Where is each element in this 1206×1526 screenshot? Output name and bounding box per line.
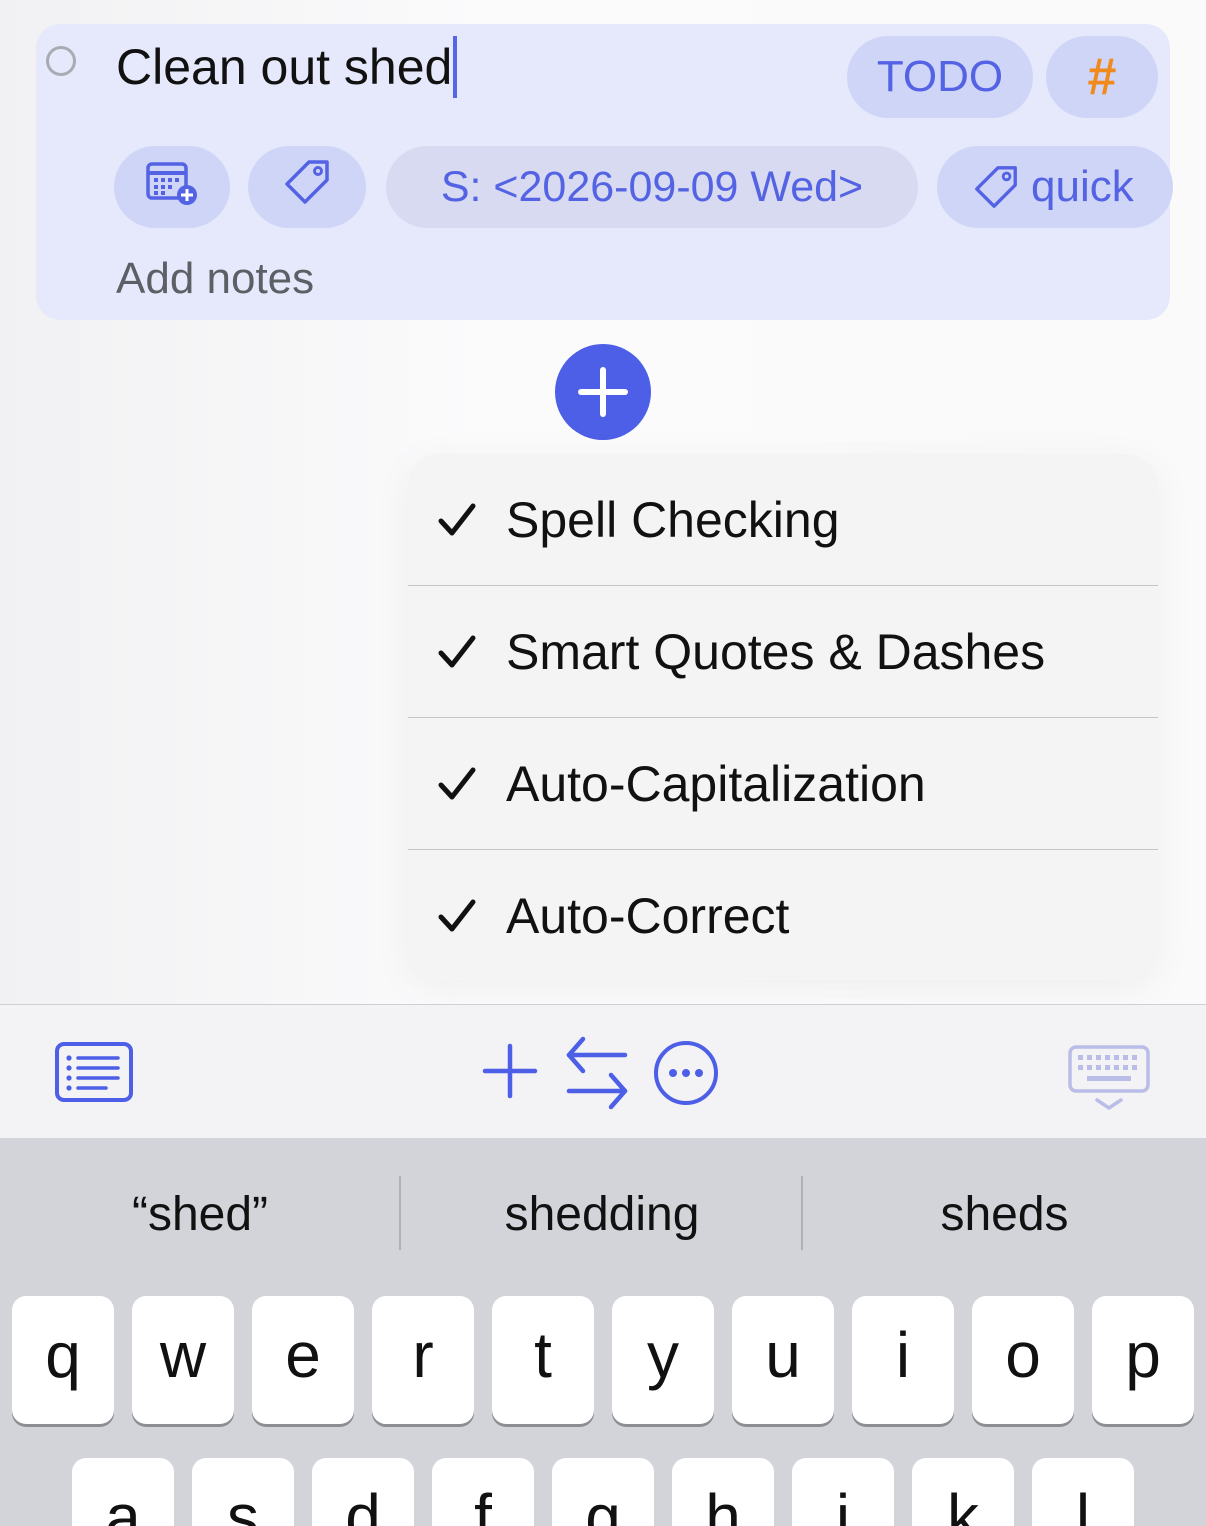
checkmark-icon [408, 899, 506, 933]
key-f[interactable]: f [432, 1458, 534, 1526]
screen: Clean out shed TODO # S: <2026-09-09 Wed… [0, 0, 1206, 1526]
tag-icon [971, 162, 1021, 212]
key-l[interactable]: l [1032, 1458, 1134, 1526]
swap-arrows-icon [566, 1036, 628, 1110]
key-j[interactable]: j [792, 1458, 894, 1526]
key-k[interactable]: k [912, 1458, 1014, 1526]
task-title-text: Clean out shed [116, 39, 453, 95]
suggestion-label: sheds [940, 1187, 1069, 1241]
tag-chip-label: quick [1031, 162, 1134, 211]
list-icon [55, 1042, 133, 1102]
keyboard-dismiss-icon [1068, 1045, 1150, 1110]
key-g[interactable]: g [552, 1458, 654, 1526]
add-task-button[interactable] [555, 344, 651, 440]
menu-item-auto-correct[interactable]: Auto-Correct [408, 850, 1158, 980]
scheduled-date-label: S: <2026-09-09 Wed> [440, 162, 864, 211]
key-d[interactable]: d [312, 1458, 414, 1526]
checkmark-icon [408, 767, 506, 801]
more-options-button[interactable] [652, 1039, 720, 1107]
key-a[interactable]: a [72, 1458, 174, 1526]
menu-item-spell-checking[interactable]: Spell Checking [408, 454, 1158, 586]
dismiss-keyboard-button[interactable] [1066, 1043, 1152, 1115]
suggestion-label: shedding [504, 1187, 700, 1241]
checkmark-icon [408, 503, 506, 537]
key-o[interactable]: o [972, 1296, 1074, 1424]
more-icon [654, 1041, 718, 1105]
checkmark-icon [408, 635, 506, 669]
menu-item-auto-capitalization[interactable]: Auto-Capitalization [408, 718, 1158, 850]
text-cursor [453, 36, 458, 98]
suggestion-label: “shed” [131, 1187, 269, 1241]
menu-item-label: Auto-Correct [506, 888, 790, 944]
key-q[interactable]: q [12, 1296, 114, 1424]
key-t[interactable]: t [492, 1296, 594, 1424]
plus-icon [482, 1043, 538, 1099]
menu-item-smart-quotes[interactable]: Smart Quotes & Dashes [408, 586, 1158, 718]
notes-input[interactable]: Add notes [116, 254, 314, 304]
text-options-menu: Spell Checking Smart Quotes & Dashes Aut… [408, 454, 1158, 980]
key-w[interactable]: w [132, 1296, 234, 1424]
key-r[interactable]: r [372, 1296, 474, 1424]
add-tag-button[interactable] [248, 146, 366, 228]
key-p[interactable]: p [1092, 1296, 1194, 1424]
suggestion-3[interactable]: sheds [803, 1176, 1206, 1252]
suggestion-2[interactable]: shedding [401, 1176, 803, 1252]
task-complete-circle[interactable] [46, 46, 76, 76]
key-s[interactable]: s [192, 1458, 294, 1526]
menu-item-label: Auto-Capitalization [506, 756, 926, 812]
menu-item-label: Smart Quotes & Dashes [506, 624, 1046, 680]
key-h[interactable]: h [672, 1458, 774, 1526]
menu-item-label: Spell Checking [506, 492, 840, 548]
todo-state-label: TODO [876, 52, 1004, 101]
key-u[interactable]: u [732, 1296, 834, 1424]
plus-icon [578, 367, 628, 417]
add-date-button[interactable] [114, 146, 230, 228]
calendar-add-icon [145, 158, 199, 217]
scheduled-date-chip[interactable]: S: <2026-09-09 Wed> [386, 146, 918, 228]
hash-label: # [1087, 48, 1117, 106]
key-y[interactable]: y [612, 1296, 714, 1424]
notes-placeholder: Add notes [116, 254, 315, 303]
key-e[interactable]: e [252, 1296, 354, 1424]
move-button[interactable] [562, 1033, 632, 1113]
task-title-input[interactable]: Clean out shed [116, 34, 458, 100]
todo-state-button[interactable]: TODO [847, 36, 1033, 118]
outline-view-button[interactable] [52, 1039, 136, 1105]
tag-icon [281, 156, 333, 219]
toolbar-add-button[interactable] [480, 1041, 540, 1101]
priority-button[interactable]: # [1046, 36, 1158, 118]
suggestion-1[interactable]: “shed” [0, 1176, 400, 1252]
key-i[interactable]: i [852, 1296, 954, 1424]
editor-toolbar [0, 1004, 1206, 1138]
tag-chip-quick[interactable]: quick [937, 146, 1173, 228]
